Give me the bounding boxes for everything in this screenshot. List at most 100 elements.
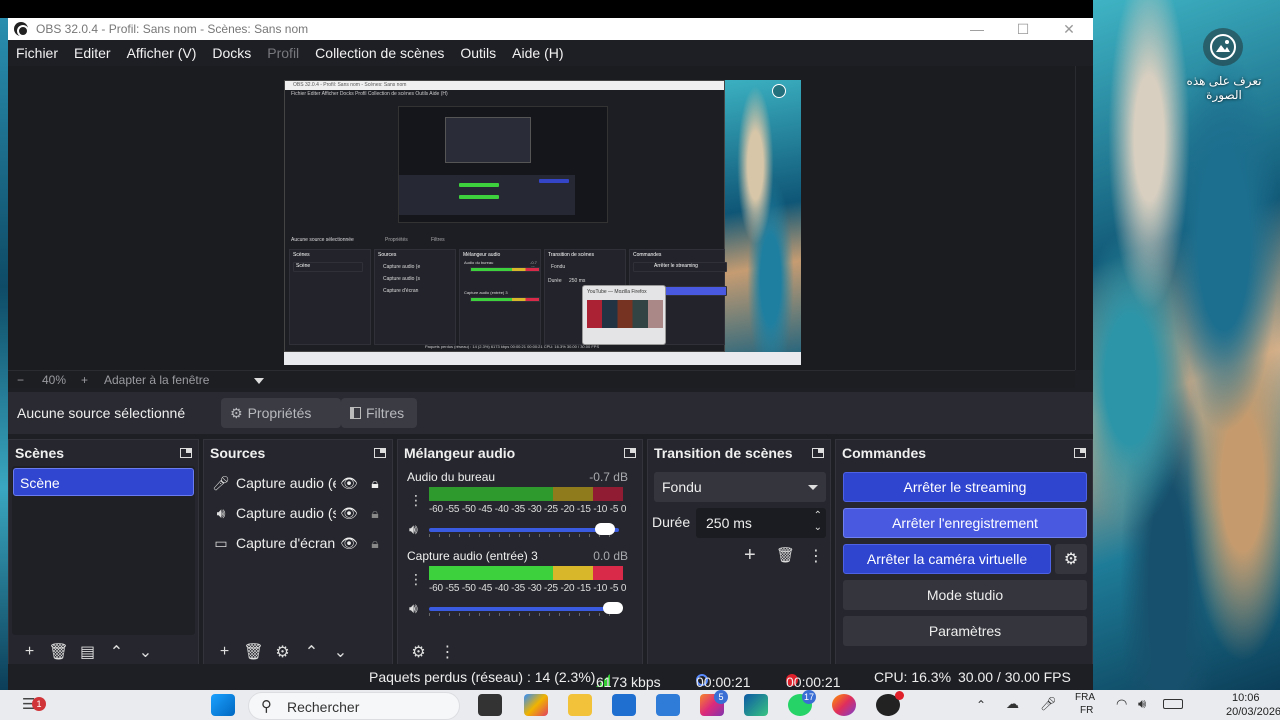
fit-to-window-select[interactable]: Adapter à la fenêtre: [104, 373, 209, 387]
cloud-icon[interactable]: ☁: [1006, 696, 1019, 712]
source-row[interactable]: ▭ Capture d'écran 👁︎ 🔒︎: [210, 529, 388, 557]
minimize-button[interactable]: —: [954, 18, 1000, 40]
learn-about-picture-icon[interactable]: [1203, 28, 1243, 66]
eye-icon[interactable]: 👁︎: [336, 535, 362, 552]
stop-virtualcam-button[interactable]: Arrêter la caméra virtuelle: [843, 544, 1051, 574]
lock-icon[interactable]: 🔒︎: [362, 475, 388, 492]
preview-title: OBS 32.0.4 - Profil: Sans nom - Scènes: …: [285, 81, 724, 90]
slider-handle[interactable]: [603, 602, 623, 614]
wifi-icon[interactable]: ◠: [1116, 696, 1127, 712]
menu-outils[interactable]: Outils: [452, 45, 504, 61]
trash-icon[interactable]: 🗑: [776, 546, 795, 564]
store-icon[interactable]: [612, 694, 636, 716]
zoom-out-button[interactable]: −: [17, 373, 24, 387]
studio-mode-button[interactable]: Mode studio: [843, 580, 1087, 610]
program-preview[interactable]: OBS 32.0.4 - Profil: Sans nom - Scènes: …: [284, 80, 801, 365]
volume-slider[interactable]: [429, 602, 623, 616]
taskbar-search[interactable]: ⚲ Rechercher: [248, 692, 460, 720]
scenes-title: Scènes: [15, 445, 65, 461]
language-top[interactable]: FRA: [1075, 692, 1095, 703]
move-down-icon[interactable]: ⌄: [326, 640, 355, 664]
zoom-in-button[interactable]: +: [81, 373, 88, 387]
undock-icon[interactable]: [812, 448, 824, 458]
lock-icon[interactable]: 🔒︎: [362, 505, 388, 522]
properties-button[interactable]: ⚙ Propriétés: [221, 398, 341, 428]
edge-icon[interactable]: [744, 694, 768, 716]
speaker-icon[interactable]: 🔊︎: [409, 600, 418, 617]
move-down-icon[interactable]: ⌄: [131, 640, 160, 664]
microphone-icon[interactable]: 🎤︎: [1040, 696, 1057, 712]
clock-date[interactable]: 20/03/2026: [1226, 706, 1280, 718]
gear-icon: ⚙: [1063, 551, 1079, 568]
slider-handle[interactable]: [595, 523, 615, 535]
increment-icon[interactable]: ⌃: [814, 510, 822, 521]
learn-about-picture-label[interactable]: تعرف على هذه الصورة: [1178, 74, 1270, 102]
kebab-menu-icon[interactable]: ⋮: [433, 640, 462, 664]
maximize-button[interactable]: ☐: [1000, 18, 1046, 40]
move-up-icon[interactable]: ⌃: [102, 640, 131, 664]
speaker-icon[interactable]: 🔊︎: [409, 521, 418, 538]
undock-icon[interactable]: [374, 448, 386, 458]
gear-icon[interactable]: ⚙: [268, 640, 297, 664]
add-icon[interactable]: +: [15, 640, 44, 664]
stop-streaming-button[interactable]: Arrêter le streaming: [843, 472, 1087, 502]
menu-aide[interactable]: Aide (H): [504, 45, 571, 61]
language-bottom[interactable]: FR: [1080, 705, 1093, 716]
start-icon[interactable]: [211, 694, 235, 716]
task-view-icon[interactable]: [478, 694, 502, 716]
move-up-icon[interactable]: ⌃: [297, 640, 326, 664]
filter-icon[interactable]: ▤: [73, 640, 102, 664]
menu-docks[interactable]: Docks: [204, 45, 259, 61]
eye-icon[interactable]: 👁︎: [336, 475, 362, 492]
volume-slider[interactable]: [429, 523, 619, 537]
file-explorer-icon[interactable]: [568, 694, 592, 716]
gears-icon[interactable]: ⚙: [404, 640, 433, 664]
scenes-dock: Scènes Scène + 🗑 ▤ ⌃ ⌄: [8, 439, 199, 670]
battery-icon[interactable]: [1163, 699, 1183, 709]
preview-vertical-scrollbar[interactable]: [1075, 66, 1093, 370]
source-row[interactable]: 🔊︎ Capture audio (sortie) 👁︎ 🔒︎: [210, 499, 388, 527]
app-icon[interactable]: [656, 694, 680, 716]
source-row[interactable]: 🎤︎ Capture audio (entrée) 👁︎ 🔒︎: [210, 469, 388, 497]
desktop-wallpaper-left: [0, 18, 8, 690]
meter-scale: -60 -55 -50 -45 -40 -35 -30 -25 -20 -15 …: [429, 504, 627, 515]
menu-afficher[interactable]: Afficher (V): [119, 45, 205, 61]
undock-icon[interactable]: [624, 448, 636, 458]
chevron-up-icon[interactable]: ⌃: [976, 698, 986, 712]
scene-item[interactable]: Scène: [13, 468, 194, 496]
volume-icon[interactable]: 🔊︎: [1138, 696, 1146, 712]
channel-menu-icon[interactable]: ⋮: [409, 571, 423, 588]
preview-browser-popup: YouTube — Mozilla Firefox: [582, 285, 666, 345]
add-icon[interactable]: +: [744, 544, 756, 567]
duration-value: 250 ms: [706, 515, 752, 531]
stop-recording-button[interactable]: Arrêter l'enregistrement: [843, 508, 1087, 538]
undock-icon[interactable]: [180, 448, 192, 458]
transition-type-select[interactable]: Fondu: [654, 472, 826, 502]
lock-icon[interactable]: 🔒︎: [362, 535, 388, 552]
menu-profil[interactable]: Profil: [259, 45, 307, 61]
duration-input[interactable]: 250 ms ⌃ ⌄: [696, 508, 826, 538]
firefox-icon[interactable]: [832, 694, 856, 716]
kebab-menu-icon[interactable]: ⋮: [808, 546, 824, 566]
virtualcam-settings-button[interactable]: ⚙: [1055, 544, 1087, 574]
eye-icon[interactable]: 👁︎: [336, 505, 362, 522]
chevron-down-icon[interactable]: [254, 378, 264, 389]
filters-button[interactable]: Filtres: [341, 398, 417, 428]
copilot-icon[interactable]: [524, 694, 548, 716]
settings-button[interactable]: Paramètres: [843, 616, 1087, 646]
close-button[interactable]: ✕: [1046, 18, 1092, 40]
scene-transition-dock: Transition de scènes Fondu Durée 250 ms …: [647, 439, 831, 670]
transition-dock-header: Transition de scènes: [648, 440, 830, 466]
channel-menu-icon[interactable]: ⋮: [409, 492, 423, 509]
menu-collection-scenes[interactable]: Collection de scènes: [307, 45, 452, 61]
clock-time[interactable]: 10:06: [1232, 692, 1260, 704]
menu-fichier[interactable]: Fichier: [8, 45, 66, 61]
decrement-icon[interactable]: ⌄: [814, 522, 822, 533]
audio-mixer-dock: Mélangeur audio Audio du bureau -0.7 dB …: [397, 439, 643, 670]
add-icon[interactable]: +: [210, 640, 239, 664]
undock-icon[interactable]: [1074, 448, 1086, 458]
trash-icon[interactable]: 🗑: [239, 640, 268, 664]
trash-icon[interactable]: 🗑: [44, 640, 73, 664]
menu-editer[interactable]: Editer: [66, 45, 119, 61]
sources-title: Sources: [210, 445, 266, 461]
